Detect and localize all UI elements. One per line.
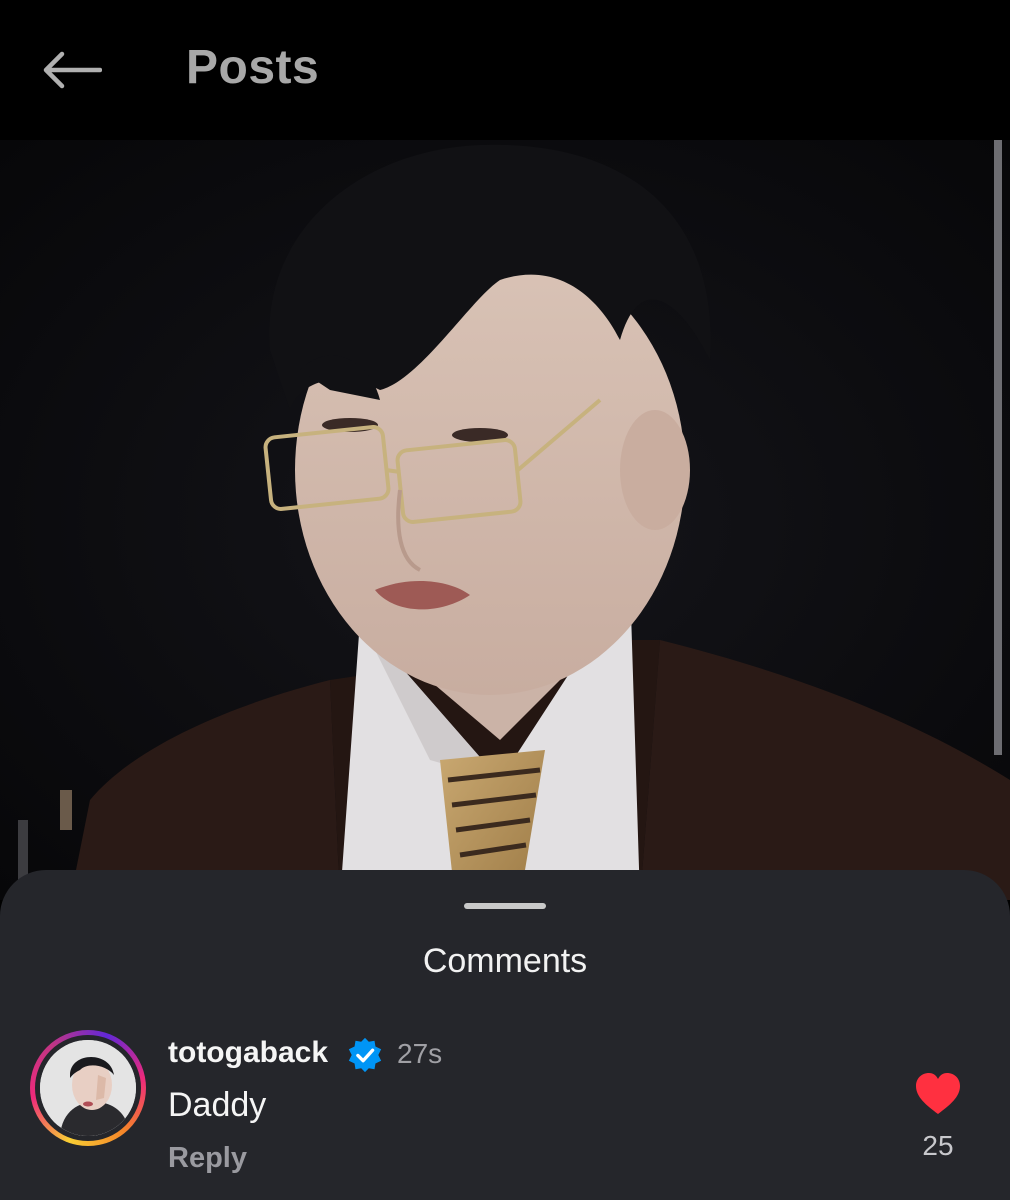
comments-title: Comments (422, 942, 588, 980)
page-title: Posts (186, 41, 320, 94)
top-bar: Posts (0, 0, 1010, 140)
reply-button[interactable]: Reply (168, 1142, 247, 1175)
comment-time: 27s (397, 1038, 443, 1069)
story-ring[interactable] (30, 1030, 146, 1146)
heart-icon[interactable] (914, 1072, 962, 1116)
like-count: 25 (922, 1130, 954, 1161)
verified-badge-icon (348, 1037, 382, 1073)
arrow-left-icon (43, 51, 102, 89)
drag-handle[interactable] (464, 903, 546, 909)
comment-item: totogaback 27s Daddy Reply 25 (0, 1030, 1010, 1200)
comments-sheet: Comments totogaback 27s Daddy Reply 25 (0, 870, 1010, 1200)
comment-text: Daddy (168, 1086, 267, 1124)
back-button[interactable] (36, 40, 106, 100)
post-photo[interactable] (0, 140, 1010, 900)
comment-username[interactable]: totogaback (168, 1036, 328, 1070)
avatar[interactable] (40, 1040, 136, 1136)
